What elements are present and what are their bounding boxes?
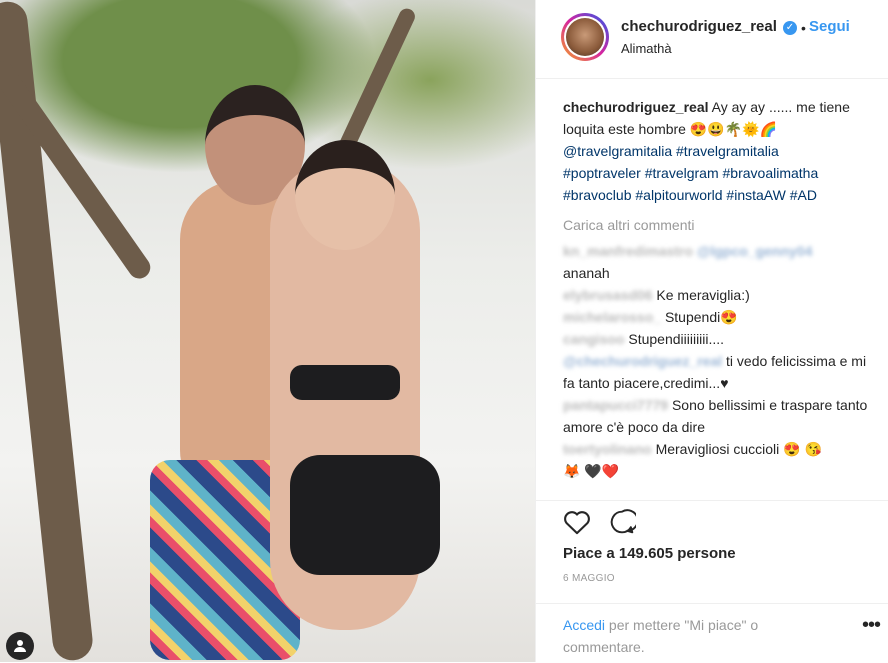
post-photo[interactable] (0, 0, 535, 662)
comment-item: elybrusasd06 Ke meraviglia:) (563, 284, 881, 306)
comment-item: cangisoo Stupendiiiiiiiii.... @chechurod… (563, 328, 881, 394)
login-link[interactable]: Accedi (563, 617, 605, 633)
comment-username[interactable]: cangisoo (563, 331, 624, 347)
comment-username[interactable]: michelarosso_ (563, 309, 661, 325)
comment-text: ananah (563, 265, 610, 281)
heart-eyes-emoji-icon: 😍 (720, 309, 738, 325)
comment-text: Meravigliosi cuccioli (655, 441, 780, 457)
comment-mention[interactable]: @chechurodriguez_real (563, 353, 722, 369)
woman-head (295, 140, 395, 250)
bikini-bottom (290, 455, 440, 575)
more-options-icon[interactable]: ••• (862, 614, 881, 637)
post-header: chechurodriguez_real ✓ • Segui Alimathà (536, 0, 888, 79)
caption-emojis: 😍😃🌴🌞🌈 (689, 121, 778, 137)
post-actions: Piace a 149.605 persone 6 MAGGIO Accedi … (536, 500, 888, 663)
comment-icon[interactable] (608, 509, 639, 540)
caption-hashtags[interactable]: #bravoclub #alpitourworld #instaAW #AD (563, 187, 817, 203)
comment-item: pantapucci7779 Sono bellissimi e traspar… (563, 394, 881, 438)
header-username[interactable]: chechurodriguez_real (621, 18, 777, 35)
caption-hashtags[interactable]: #poptraveler #travelgram #bravoalimatha (563, 165, 818, 181)
load-more-comments-button[interactable]: Carica altri commenti (563, 214, 881, 236)
heart-outline-icon[interactable] (563, 509, 591, 540)
comments-section: chechurodriguez_real Ay ay ay ...... me … (563, 96, 881, 482)
heart-emoji-icon: ♥ (720, 375, 729, 391)
comment-username[interactable]: elybrusasd06 (563, 287, 653, 303)
comment-username[interactable]: kn_manfredimastro (563, 243, 693, 259)
caption-hashtags[interactable]: @travelgramitalia #travelgramitalia (563, 143, 779, 159)
post-date: 6 MAGGIO (563, 573, 615, 584)
comment-item: toertyolinano Meravigliosi cuccioli 😍 😘 🦊… (563, 438, 881, 482)
comment-text: Ke meraviglia:) (656, 287, 750, 303)
user-tag-icon[interactable] (6, 632, 34, 660)
location-link[interactable]: Alimathà (621, 41, 672, 56)
login-prompt: Accedi per mettere "Mi piace" o commenta… (536, 603, 888, 658)
comment-username[interactable]: pantapucci7779 (563, 397, 668, 413)
likes-count[interactable]: Piace a 149.605 persone (563, 545, 736, 562)
comment-mention[interactable]: @lgpco_genny04 (697, 243, 813, 259)
follow-button[interactable]: Segui (809, 18, 850, 35)
comment-text: Stupendiiiiiiiii.... (628, 331, 725, 347)
avatar[interactable] (561, 13, 609, 61)
verified-badge-icon: ✓ (783, 21, 797, 35)
separator-dot: • (801, 20, 806, 36)
comment-username[interactable]: toertyolinano (563, 441, 652, 457)
comment-item: kn_manfredimastro @lgpco_genny04 ananah (563, 240, 881, 284)
post-sidebar: chechurodriguez_real ✓ • Segui Alimathà … (535, 0, 888, 662)
comment-item: michelarosso_ Stupendi😍 (563, 306, 881, 328)
comment-text: Stupendi (664, 309, 721, 325)
post-caption: chechurodriguez_real Ay ay ay ...... me … (563, 96, 881, 206)
caption-username[interactable]: chechurodriguez_real (563, 99, 709, 115)
bikini-top (290, 365, 400, 400)
